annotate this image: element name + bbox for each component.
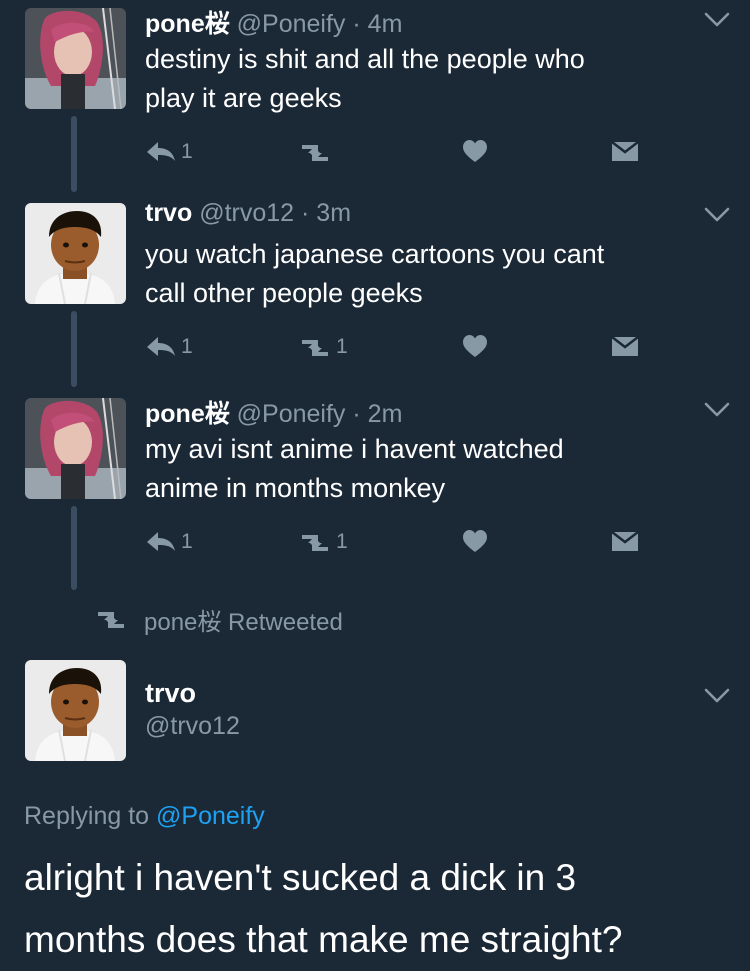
avatar-cartoon-man-icon [25, 660, 126, 761]
reply-count: 1 [181, 335, 193, 358]
tweet-text-line: destiny is shit and all the people who [145, 44, 585, 74]
dm-button[interactable] [611, 139, 641, 165]
user-name[interactable]: pone桜 [145, 400, 230, 428]
tweet-text-line: you watch japanese cartoons you cant [145, 239, 605, 269]
retweet-icon [302, 535, 328, 551]
tweet-header: pone桜 @Poneify · 4m [145, 4, 402, 40]
reply-icon [147, 337, 175, 356]
chevron-down-icon[interactable] [704, 10, 730, 30]
user-handle[interactable]: @Poneify [237, 400, 346, 428]
tweet-text-line: anime in months monkey [145, 473, 446, 503]
tweet-actions: 1 1 [145, 529, 655, 559]
reply-icon [147, 142, 175, 161]
like-button[interactable] [462, 334, 490, 360]
user-name[interactable]: trvo [145, 678, 196, 709]
user-handle[interactable]: @trvo12 [145, 712, 240, 741]
replying-prefix: Replying to [24, 802, 150, 830]
like-icon [463, 530, 487, 552]
retweeted-banner: pone桜 Retweeted [94, 603, 343, 636]
avatar[interactable] [25, 8, 126, 109]
dm-icon [611, 530, 640, 553]
tweet-text: destiny is shit and all the people who p… [145, 40, 705, 118]
retweet-icon [302, 340, 328, 356]
avatar-red-hair-woman-icon [25, 8, 126, 109]
dm-button[interactable] [611, 334, 641, 360]
mention-link[interactable]: @Poneify [156, 802, 265, 830]
reply-button[interactable]: 1 [145, 139, 193, 165]
tweet[interactable]: trvo @trvo12 · 3m you watch japanese car… [0, 195, 750, 385]
chevron-down-icon[interactable] [704, 400, 730, 420]
replying-to: Replying to @Poneify [24, 802, 265, 831]
retweet-button[interactable]: 1 [298, 529, 348, 555]
tweet-text: you watch japanese cartoons you cant cal… [145, 235, 705, 313]
reply-icon [147, 532, 175, 551]
tweet-time: · 2m [352, 400, 403, 428]
user-handle[interactable]: @Poneify [237, 10, 346, 38]
tweet-text-line: my avi isnt anime i havent watched [145, 434, 564, 464]
user-name-text: trvo [145, 678, 197, 708]
user-handle[interactable]: @trvo12 [199, 199, 294, 227]
tweet-time: · 3m [301, 199, 352, 227]
tweet-text-line: alright i haven't sucked a dick in 3 [24, 857, 577, 898]
tweet-header: pone桜 @Poneify · 2m [145, 394, 402, 430]
tweet-text-line: call other people geeks [145, 278, 423, 308]
like-icon [463, 140, 487, 162]
avatar[interactable] [25, 660, 126, 761]
main-tweet-text: alright i haven't sucked a dick in 3 mon… [24, 847, 724, 971]
tweet[interactable]: pone桜 @Poneify · 4m destiny is shit and … [0, 0, 750, 190]
reply-count: 1 [181, 530, 193, 553]
user-handle-text: @trvo12 [145, 712, 240, 740]
chevron-down-icon[interactable] [704, 205, 730, 225]
avatar[interactable] [25, 203, 126, 304]
tweet-text: my avi isnt anime i havent watched anime… [145, 430, 705, 508]
like-icon [463, 335, 487, 357]
user-name[interactable]: pone桜 [145, 10, 230, 38]
tweet[interactable]: pone桜 @Poneify · 2m my avi isnt anime i … [0, 390, 750, 580]
retweet-icon [98, 612, 124, 628]
like-button[interactable] [462, 529, 490, 555]
dm-button[interactable] [611, 529, 641, 555]
retweet-count: 1 [336, 335, 348, 358]
chevron-down-icon[interactable] [704, 686, 730, 706]
tweet-header: trvo @trvo12 · 3m [145, 199, 351, 228]
retweeted-label: pone桜 Retweeted [144, 608, 343, 636]
avatar[interactable] [25, 398, 126, 499]
dm-icon [611, 140, 640, 163]
retweet-button[interactable] [298, 139, 336, 165]
retweet-icon [302, 145, 328, 161]
reply-count: 1 [181, 140, 193, 163]
reply-button[interactable]: 1 [145, 529, 193, 555]
avatar-red-hair-woman-icon [25, 398, 126, 499]
retweet-button[interactable]: 1 [298, 334, 348, 360]
tweet-text-line: play it are geeks [145, 83, 342, 113]
dm-icon [611, 335, 640, 358]
user-name[interactable]: trvo [145, 199, 192, 227]
tweet-actions: 1 [145, 139, 655, 169]
avatar-cartoon-man-icon [25, 203, 126, 304]
tweet-time: · 4m [352, 10, 403, 38]
retweet-count: 1 [336, 530, 348, 553]
like-button[interactable] [462, 139, 490, 165]
reply-button[interactable]: 1 [145, 334, 193, 360]
tweet-text-line: months does that make me straight? [24, 919, 623, 960]
tweet-actions: 1 1 [145, 334, 655, 364]
